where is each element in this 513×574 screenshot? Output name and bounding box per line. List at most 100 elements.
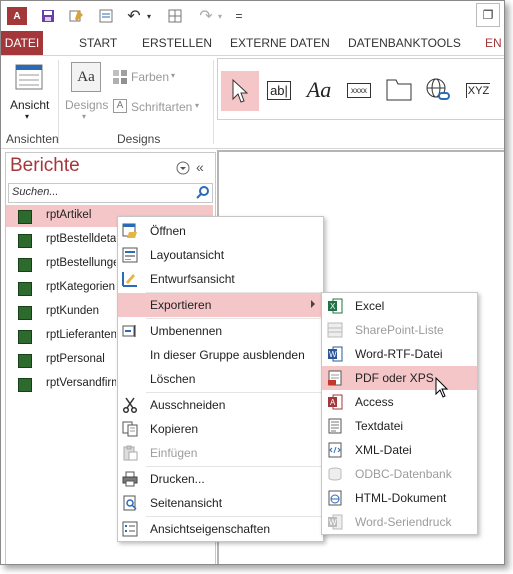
access-icon: A — [327, 394, 343, 410]
tab-control-icon[interactable] — [382, 74, 416, 106]
tab-datei[interactable]: DATEI — [1, 31, 43, 55]
nav-item-label: rptBestellungen — [46, 257, 116, 269]
textbox-glyph: ab| — [267, 80, 291, 100]
customize-qat-icon[interactable]: = — [233, 7, 245, 25]
report-icon — [18, 210, 32, 224]
report-icon — [18, 282, 32, 296]
undo-dropdown-icon[interactable]: ▾ — [144, 7, 154, 25]
menu-item-exportieren[interactable]: Exportieren — [118, 293, 323, 317]
menu-item-label: Layoutansicht — [150, 248, 225, 262]
menu-item-label: Drucken... — [150, 472, 205, 486]
menu-item-oeffnen[interactable]: Öffnen — [118, 219, 323, 243]
cut-icon — [122, 397, 138, 413]
designs-icon: Aa — [71, 62, 101, 92]
menu-item-label: In dieser Gruppe ausblenden — [150, 348, 305, 362]
export-access[interactable]: A Access — [322, 390, 477, 414]
button-icon[interactable]: xxxx — [342, 74, 376, 106]
submenu-item-label: Textdatei — [355, 419, 404, 433]
grid-icon[interactable] — [166, 7, 184, 25]
report-icon — [18, 234, 32, 248]
export-submenu: X Excel SharePoint-Liste W Word-RTF-Date… — [321, 292, 478, 535]
menu-item-layoutansicht[interactable]: Layoutansicht — [118, 243, 323, 267]
search-icon[interactable] — [196, 185, 210, 199]
chart-icon[interactable]: XYZ — [461, 74, 495, 106]
save-icon[interactable] — [39, 7, 57, 25]
export-xml[interactable]: XML-Datei — [322, 438, 477, 462]
export-excel[interactable]: X Excel — [322, 294, 477, 318]
menu-item-umbenennen[interactable]: Umbenennen — [118, 319, 323, 343]
menu-item-label: Umbenennen — [150, 324, 223, 338]
menu-item-kopieren[interactable]: Kopieren — [118, 417, 323, 441]
designs-button[interactable]: Aa Designs ▾ — [63, 60, 109, 122]
colors-icon — [113, 70, 127, 87]
layout-view-icon — [122, 247, 138, 263]
redo-dropdown-icon[interactable]: ▾ — [215, 7, 225, 25]
pointer-icon[interactable] — [221, 71, 259, 111]
view-button[interactable]: Ansicht ▾ — [7, 60, 51, 122]
menu-item-label: Einfügen — [150, 446, 198, 460]
redo-icon[interactable]: ↷ — [197, 7, 215, 25]
menu-item-entwurfsansicht[interactable]: Entwurfsansicht — [118, 267, 323, 291]
export-pdf-xps[interactable]: PDF oder XPS — [322, 366, 477, 390]
button-glyph: xxxx — [347, 82, 371, 98]
collapse-pane-icon[interactable]: « — [196, 159, 204, 175]
menu-item-ausblenden[interactable]: In dieser Gruppe ausblenden — [118, 343, 323, 367]
report-icon — [18, 258, 32, 272]
export-sharepoint[interactable]: SharePoint-Liste — [322, 318, 477, 342]
menu-item-loeschen[interactable]: Löschen — [118, 367, 323, 391]
html-icon — [327, 490, 343, 506]
tab-datenbanktools[interactable]: DATENBANKTOOLS — [340, 31, 469, 55]
submenu-item-label: XML-Datei — [355, 443, 412, 457]
export-odbc[interactable]: ODBC-Datenbank — [322, 462, 477, 486]
restore-window-icon[interactable]: ❐ — [476, 3, 500, 27]
mouse-pointer-icon — [435, 376, 449, 402]
colors-button[interactable]: Farben ▾ — [113, 68, 193, 86]
nav-item-label: rptVersandfirmen — [46, 377, 116, 389]
tab-start[interactable]: START — [71, 31, 125, 55]
report-icon — [18, 306, 32, 320]
export-textdatei[interactable]: Textdatei — [322, 414, 477, 438]
label-icon[interactable]: Aa — [302, 74, 336, 106]
fonts-button[interactable]: A Schriftarten ▾ — [113, 98, 213, 116]
svg-text:W: W — [329, 518, 337, 527]
designs-group-label: Designs — [117, 132, 161, 146]
ribbon: Ansicht ▾ Ansichten Aa Designs ▾ Farben … — [1, 56, 504, 149]
access-logo-icon[interactable]: A — [7, 7, 27, 25]
menu-item-seitenansicht[interactable]: Seitenansicht — [118, 491, 323, 515]
chevron-down-icon: ▾ — [82, 112, 87, 121]
nav-item-label: rptKategorien — [46, 281, 116, 293]
search-input[interactable]: Suchen... — [8, 183, 213, 203]
text-file-icon — [327, 418, 343, 434]
view-icon[interactable] — [97, 7, 115, 25]
chevron-down-icon: ▾ — [195, 101, 200, 110]
menu-item-ansichtseigenschaften[interactable]: Ansichtseigenschaften — [118, 517, 323, 541]
views-group-label: Ansichten — [6, 132, 59, 146]
textbox-icon[interactable]: ab| — [262, 74, 296, 106]
submenu-arrow-icon — [311, 300, 315, 308]
tab-externe-daten[interactable]: EXTERNE DATEN — [222, 31, 338, 55]
export-word-rtf[interactable]: W Word-RTF-Datei — [322, 342, 477, 366]
submenu-item-label: ODBC-Datenbank — [355, 467, 452, 481]
hyperlink-icon[interactable] — [421, 74, 455, 106]
menu-item-label: Ansichtseigenschaften — [150, 522, 271, 536]
menu-item-label: Löschen — [150, 372, 196, 386]
open-icon — [122, 223, 138, 239]
menu-item-ausschneiden[interactable]: Ausschneiden — [118, 393, 323, 417]
design-mode-icon[interactable] — [67, 7, 87, 25]
submenu-item-label: SharePoint-Liste — [355, 323, 444, 337]
menu-item-label: Ausschneiden — [150, 398, 226, 412]
export-html[interactable]: HTML-Dokument — [322, 486, 477, 510]
undo-icon[interactable]: ↶ — [125, 7, 143, 25]
tab-erstellen[interactable]: ERSTELLEN — [134, 31, 220, 55]
submenu-item-label: Access — [355, 395, 394, 409]
nav-dropdown-icon[interactable] — [176, 161, 190, 178]
menu-item-drucken[interactable]: Drucken... — [118, 467, 323, 491]
export-word-seriendruck[interactable]: W Word-Seriendruck — [322, 510, 477, 534]
report-icon — [18, 330, 32, 344]
submenu-item-label: Word-Seriendruck — [355, 515, 452, 529]
submenu-item-label: Excel — [355, 299, 385, 313]
search-placeholder: Suchen... — [12, 186, 59, 198]
separator — [58, 60, 59, 144]
menu-item-einfuegen[interactable]: Einfügen — [118, 441, 323, 465]
tab-entwurf[interactable]: EN — [477, 31, 504, 55]
